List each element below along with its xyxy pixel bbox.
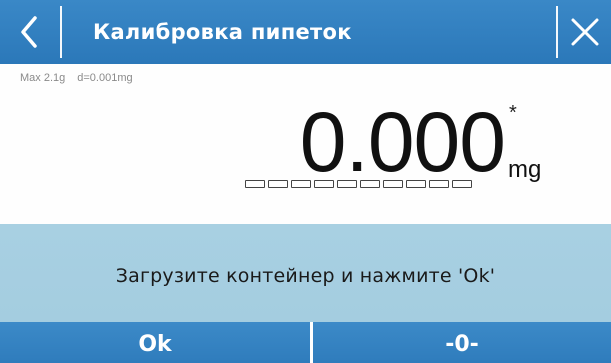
footer-bar: Ok -0- [0,322,611,363]
instruction-text: Загрузите контейнер и нажмите 'Ok' [115,265,496,287]
capacity-bargraph [245,180,475,188]
ok-button[interactable]: Ok [0,322,310,363]
balance-spec: Max 2.1g d=0.001mg [20,72,133,84]
pipette-calibration-screen: Калибровка пипеток Max 2.1g d=0.001mg 0.0… [0,0,611,363]
header-divider-left [60,6,62,58]
bargraph-segment [360,180,380,188]
bargraph-segment [245,180,265,188]
instruction-panel: Загрузите контейнер и нажмите 'Ok' [0,224,611,322]
chevron-left-icon [21,16,37,48]
stability-marker: * [509,102,517,124]
bargraph-segment [406,180,426,188]
bargraph-segment [268,180,288,188]
close-icon [571,18,598,46]
bargraph-segment [337,180,357,188]
weight-value: 0.000 [299,95,506,189]
zero-button[interactable]: -0- [313,322,611,363]
header-bar: Калибровка пипеток [0,0,611,65]
bargraph-segment [429,180,449,188]
weight-unit: mg [508,156,542,183]
back-button[interactable] [0,0,58,64]
page-title: Калибровка пипеток [93,20,352,44]
bargraph-segment [314,180,334,188]
readability: d=0.001mg [77,72,133,84]
weighing-display: Max 2.1g d=0.001mg 0.000 * mg [0,64,611,224]
close-button[interactable] [558,0,611,64]
bargraph-segment [291,180,311,188]
max-capacity: Max 2.1g [20,72,66,84]
bargraph-segment [383,180,403,188]
bargraph-segment [452,180,472,188]
